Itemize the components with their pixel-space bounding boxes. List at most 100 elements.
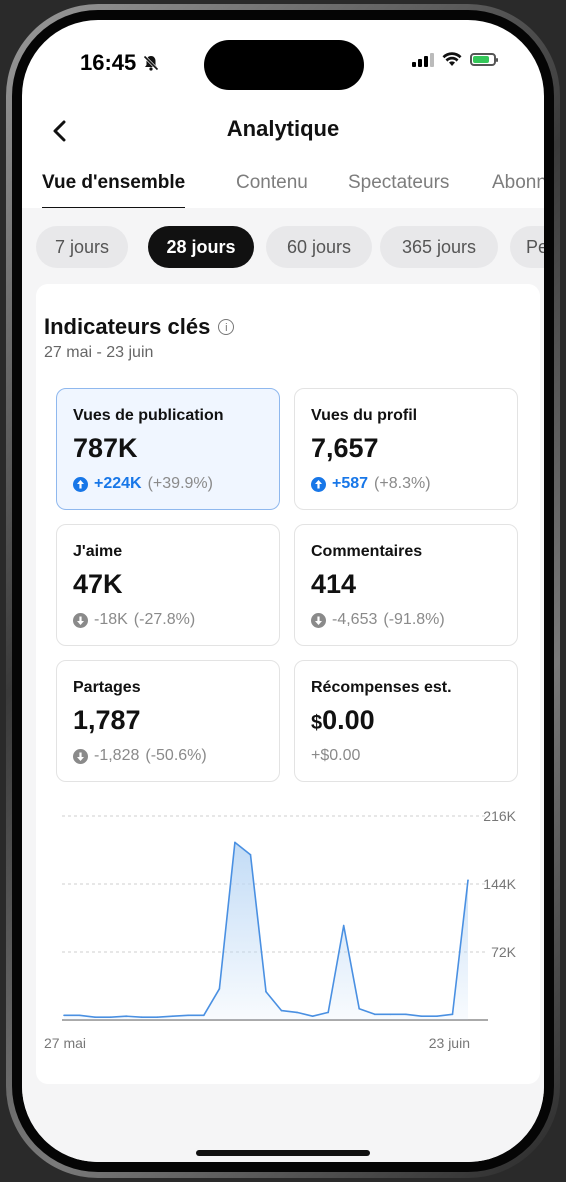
arrow-down-circle-icon <box>311 612 326 628</box>
data-point <box>109 1016 112 1018</box>
data-point <box>358 1007 361 1010</box>
data-point <box>218 988 221 990</box>
data-point <box>94 1016 96 1018</box>
metric-likes[interactable]: J'aime 47K -18K (-27.8%) <box>56 524 280 646</box>
post-views-chart[interactable]: 216K 144K 72K 27 mai 23 juin <box>44 806 524 1076</box>
metric-profile-views[interactable]: Vues du profil 7,657 +587 (+8.3%) <box>294 388 518 510</box>
data-point <box>467 879 469 882</box>
data-point <box>63 1014 65 1017</box>
tab-bar: Vue d'ensemble Contenu Spectateurs Abonn <box>22 170 544 213</box>
chip-28-days[interactable]: 28 jours <box>148 226 254 268</box>
metric-change: -1,828 (-50.6%) <box>73 747 207 765</box>
data-point <box>327 1011 329 1014</box>
home-indicator[interactable] <box>196 1150 370 1156</box>
data-point <box>389 1013 392 1016</box>
metric-change: +224K (+39.9%) <box>73 475 213 493</box>
dynamic-island <box>204 40 364 90</box>
metric-delta: +587 <box>332 475 369 492</box>
y-tick-label: 216K <box>483 808 516 824</box>
metric-delta: -1,828 <box>94 747 140 764</box>
data-point <box>187 1014 190 1017</box>
key-metrics-title: Indicateurs clés <box>44 314 211 339</box>
data-point <box>203 1014 205 1017</box>
data-point <box>451 1013 454 1016</box>
metric-shares[interactable]: Partages 1,787 -1,828 (-50.6%) <box>56 660 280 782</box>
metric-label: Partages <box>73 679 141 696</box>
metric-delta: -18K <box>94 611 128 628</box>
y-tick-label: 72K <box>491 944 517 960</box>
data-point <box>342 924 345 927</box>
metric-delta: +$0.00 <box>311 747 361 764</box>
metric-delta: -4,653 <box>332 611 378 628</box>
tab-followers[interactable]: Abonn <box>492 170 544 210</box>
series-area <box>64 842 468 1020</box>
x-tick-label: 27 mai <box>44 1035 86 1051</box>
metric-change: -4,653 (-91.8%) <box>311 611 445 629</box>
data-point <box>78 1014 81 1017</box>
chip-60-days[interactable]: 60 jours <box>266 226 372 268</box>
data-point <box>171 1015 174 1018</box>
metric-change: -18K (-27.8%) <box>73 611 195 629</box>
data-point <box>125 1015 127 1018</box>
metric-percent: (+8.3%) <box>374 475 431 492</box>
tab-viewers[interactable]: Spectateurs <box>348 170 449 210</box>
arrow-down-circle-icon <box>73 748 88 764</box>
data-point <box>296 1011 298 1014</box>
chart-svg: 216K 144K 72K 27 mai 23 juin <box>44 808 517 1051</box>
wifi-icon <box>442 52 462 66</box>
x-tick-label: 23 juin <box>429 1035 470 1051</box>
chip-custom-period[interactable]: Pe <box>510 226 544 268</box>
metric-value-amount: 0.00 <box>322 705 375 735</box>
arrow-up-circle-icon <box>73 476 88 492</box>
data-point <box>234 841 236 844</box>
metric-value: 47K <box>73 569 123 599</box>
metric-value: 7,657 <box>311 433 379 463</box>
arrow-up-circle-icon <box>311 476 326 492</box>
metric-value: 1,787 <box>73 705 141 735</box>
chip-365-days[interactable]: 365 jours <box>380 226 498 268</box>
metric-delta: +224K <box>94 475 142 492</box>
clock-text: 16:45 <box>80 50 137 75</box>
bell-slash-icon <box>143 55 159 71</box>
metric-change: +$0.00 <box>311 747 360 765</box>
data-point <box>373 1013 376 1016</box>
metric-label: Récompenses est. <box>311 679 452 696</box>
metric-percent: (-27.8%) <box>133 611 196 628</box>
battery-icon <box>470 53 498 66</box>
metric-post-views[interactable]: Vues de publication 787K +224K (+39.9%) <box>56 388 280 510</box>
screen: 16:45 Analytique Vue d'ensemble Contenu … <box>22 20 544 1162</box>
status-time: 16:45 <box>80 50 160 76</box>
metric-percent: (-50.6%) <box>145 747 207 764</box>
metric-value: 414 <box>311 569 357 599</box>
page-title: Analytique <box>226 116 340 141</box>
metric-comments[interactable]: Commentaires 414 -4,653 (-91.8%) <box>294 524 518 646</box>
cellular-signal-icon <box>412 52 434 67</box>
metric-value: $0.00 <box>311 705 375 736</box>
metric-percent: (+39.9%) <box>147 475 213 492</box>
tab-overview[interactable]: Vue d'ensemble <box>42 170 186 210</box>
metric-estimated-rewards[interactable]: Récompenses est. $0.00 +$0.00 <box>294 660 518 782</box>
date-range: 27 mai - 23 juin <box>44 344 154 361</box>
info-icon[interactable]: i <box>218 319 235 335</box>
data-point <box>420 1015 423 1018</box>
status-icons <box>412 52 498 67</box>
section-title: Indicateurs clés i <box>44 314 235 340</box>
metric-label: Vues du profil <box>311 407 418 424</box>
metric-value: 787K <box>73 433 138 463</box>
tab-content[interactable]: Contenu <box>236 170 308 210</box>
data-point <box>436 1015 438 1018</box>
metric-label: J'aime <box>73 543 123 560</box>
data-point <box>280 1009 283 1012</box>
arrow-down-circle-icon <box>73 612 88 628</box>
data-point <box>140 1016 143 1018</box>
data-point <box>405 1013 407 1016</box>
metric-label: Commentaires <box>311 543 423 560</box>
y-tick-label: 144K <box>483 876 516 892</box>
chip-7-days[interactable]: 7 jours <box>36 226 128 268</box>
data-point <box>249 853 252 856</box>
data-point <box>265 990 267 993</box>
currency-symbol: $ <box>311 712 323 734</box>
data-point <box>156 1016 159 1018</box>
data-point <box>311 1015 314 1018</box>
metric-percent: (-91.8%) <box>383 611 445 628</box>
